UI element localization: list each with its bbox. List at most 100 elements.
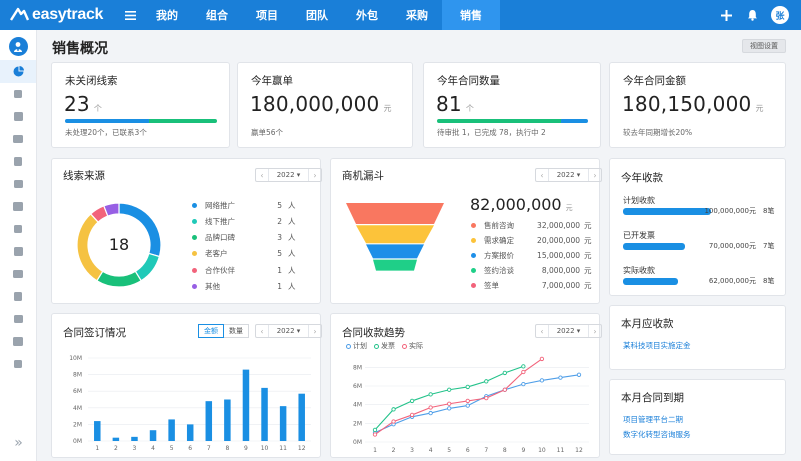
bar[interactable] bbox=[131, 436, 138, 441]
next-year-icon[interactable]: › bbox=[589, 327, 601, 336]
stamp-icon-glyph bbox=[13, 314, 23, 323]
series-point[interactable] bbox=[539, 356, 545, 362]
due-contract-link[interactable]: 数字化转型咨询服务 bbox=[623, 429, 691, 440]
tag-icon[interactable] bbox=[0, 240, 36, 263]
series-point[interactable] bbox=[372, 427, 378, 433]
bar[interactable] bbox=[168, 419, 175, 441]
funnel-stage[interactable] bbox=[356, 225, 434, 244]
dashboard-icon[interactable] bbox=[0, 60, 36, 83]
kpi-card-contract-count[interactable]: 今年合同数量 81 个 待审批 1，已完成 78，执行中 2 bbox=[423, 62, 601, 148]
series-point[interactable] bbox=[447, 387, 452, 392]
user-icon[interactable] bbox=[8, 37, 28, 56]
list-icon[interactable] bbox=[0, 83, 36, 106]
prev-year-icon[interactable]: ‹ bbox=[536, 171, 548, 180]
series-point[interactable] bbox=[409, 412, 415, 418]
bar[interactable] bbox=[186, 424, 194, 441]
archive-icon[interactable] bbox=[0, 128, 36, 151]
kpi-card-open-leads[interactable]: 未关闭线索 23 个 未处理20个，已联系3个 bbox=[51, 62, 230, 148]
bell-icon[interactable] bbox=[739, 0, 765, 30]
series-point[interactable] bbox=[447, 401, 452, 406]
bar[interactable] bbox=[94, 421, 101, 441]
next-year-icon[interactable]: › bbox=[309, 327, 321, 336]
kpi-card-won-deals[interactable]: 今年赢单 180,000,000 元 赢单56个 bbox=[237, 62, 413, 148]
series-point[interactable] bbox=[558, 375, 563, 380]
document-icon[interactable] bbox=[0, 218, 36, 241]
toggle-amount[interactable]: 金额 bbox=[198, 324, 224, 338]
briefcase-icon[interactable] bbox=[0, 105, 36, 128]
series-point[interactable] bbox=[502, 370, 507, 376]
nav-item[interactable]: 采购 bbox=[392, 0, 442, 30]
series-point[interactable] bbox=[428, 392, 433, 397]
series-point[interactable] bbox=[447, 406, 452, 411]
chat-icon[interactable] bbox=[0, 150, 36, 173]
next-year-icon[interactable]: › bbox=[309, 171, 321, 180]
calendar-icon[interactable] bbox=[0, 353, 36, 376]
bar[interactable] bbox=[224, 399, 231, 442]
series-point[interactable] bbox=[521, 381, 526, 387]
series-point[interactable] bbox=[502, 387, 507, 392]
report-icon[interactable] bbox=[0, 285, 36, 308]
bar[interactable] bbox=[149, 430, 157, 441]
bar[interactable] bbox=[298, 393, 305, 441]
chart-icon[interactable] bbox=[0, 263, 36, 286]
series-point[interactable] bbox=[539, 378, 545, 383]
kpi-card-contract-amount[interactable]: 今年合同金额 180,150,000 元 较去年同期增长20% bbox=[609, 62, 786, 148]
prev-year-icon[interactable]: ‹ bbox=[256, 327, 268, 336]
bar[interactable] bbox=[279, 406, 287, 441]
year-selector[interactable]: ‹ 2022 ▾ › bbox=[535, 324, 602, 338]
nav-item[interactable]: 外包 bbox=[342, 0, 392, 30]
stamp-icon[interactable] bbox=[0, 308, 36, 331]
bar[interactable] bbox=[242, 369, 250, 441]
series-point[interactable] bbox=[484, 379, 489, 384]
toggle-count[interactable]: 数量 bbox=[224, 324, 249, 338]
series-point[interactable] bbox=[428, 405, 433, 410]
year-value[interactable]: 2022 ▾ bbox=[548, 325, 589, 337]
app-logo[interactable]: easytrack bbox=[0, 0, 118, 30]
series-point[interactable] bbox=[391, 419, 396, 424]
series-point[interactable] bbox=[521, 369, 526, 375]
funnel-stage[interactable] bbox=[346, 203, 444, 224]
series-point[interactable] bbox=[465, 384, 470, 390]
due-receipt-link[interactable]: 某科技项目实施定金 bbox=[623, 340, 691, 351]
funnel-stage[interactable] bbox=[373, 259, 417, 271]
nav-item[interactable]: 我的 bbox=[142, 0, 192, 30]
bar[interactable] bbox=[261, 387, 268, 441]
plus-icon[interactable] bbox=[713, 0, 739, 30]
legend-dot bbox=[471, 252, 476, 258]
menu-icon[interactable] bbox=[118, 0, 142, 30]
series-point[interactable] bbox=[391, 407, 396, 412]
series-point[interactable] bbox=[484, 395, 489, 401]
funnel-stage[interactable] bbox=[366, 244, 424, 259]
series-point[interactable] bbox=[409, 398, 415, 404]
prev-year-icon[interactable]: ‹ bbox=[536, 327, 548, 336]
user-avatar[interactable]: 张 bbox=[771, 6, 789, 24]
search-icon[interactable] bbox=[0, 195, 36, 218]
series-point[interactable] bbox=[428, 410, 433, 416]
year-value[interactable]: 2022 ▾ bbox=[268, 169, 309, 181]
donut-slice[interactable] bbox=[96, 270, 142, 288]
view-settings-button[interactable]: 视图设置 bbox=[742, 39, 786, 53]
year-selector[interactable]: ‹ 2022 ▾ › bbox=[255, 168, 322, 182]
series-point[interactable] bbox=[521, 364, 526, 369]
nav-item[interactable]: 团队 bbox=[292, 0, 342, 30]
bar[interactable] bbox=[112, 437, 120, 441]
year-value[interactable]: 2022 ▾ bbox=[268, 325, 309, 337]
nav-item[interactable]: 项目 bbox=[242, 0, 292, 30]
year-selector[interactable]: ‹ 2022 ▾ › bbox=[255, 324, 322, 338]
building-icon[interactable] bbox=[0, 330, 36, 353]
person-icon[interactable] bbox=[0, 173, 36, 196]
year-selector[interactable]: ‹ 2022 ▾ › bbox=[535, 168, 602, 182]
expand-sidebar-icon[interactable]: » bbox=[0, 435, 37, 451]
series-point[interactable] bbox=[465, 398, 470, 404]
nav-item[interactable]: 销售 bbox=[442, 0, 500, 30]
prev-year-icon[interactable]: ‹ bbox=[256, 171, 268, 180]
nav-item[interactable]: 组合 bbox=[192, 0, 242, 30]
year-value[interactable]: 2022 ▾ bbox=[548, 169, 589, 181]
series-point[interactable] bbox=[465, 403, 470, 408]
legend-dot bbox=[471, 283, 476, 289]
series-point[interactable] bbox=[372, 432, 378, 437]
series-point[interactable] bbox=[576, 372, 582, 377]
due-contract-link[interactable]: 项目管理平台二期 bbox=[623, 414, 683, 425]
bar[interactable] bbox=[205, 401, 213, 441]
next-year-icon[interactable]: › bbox=[589, 171, 601, 180]
